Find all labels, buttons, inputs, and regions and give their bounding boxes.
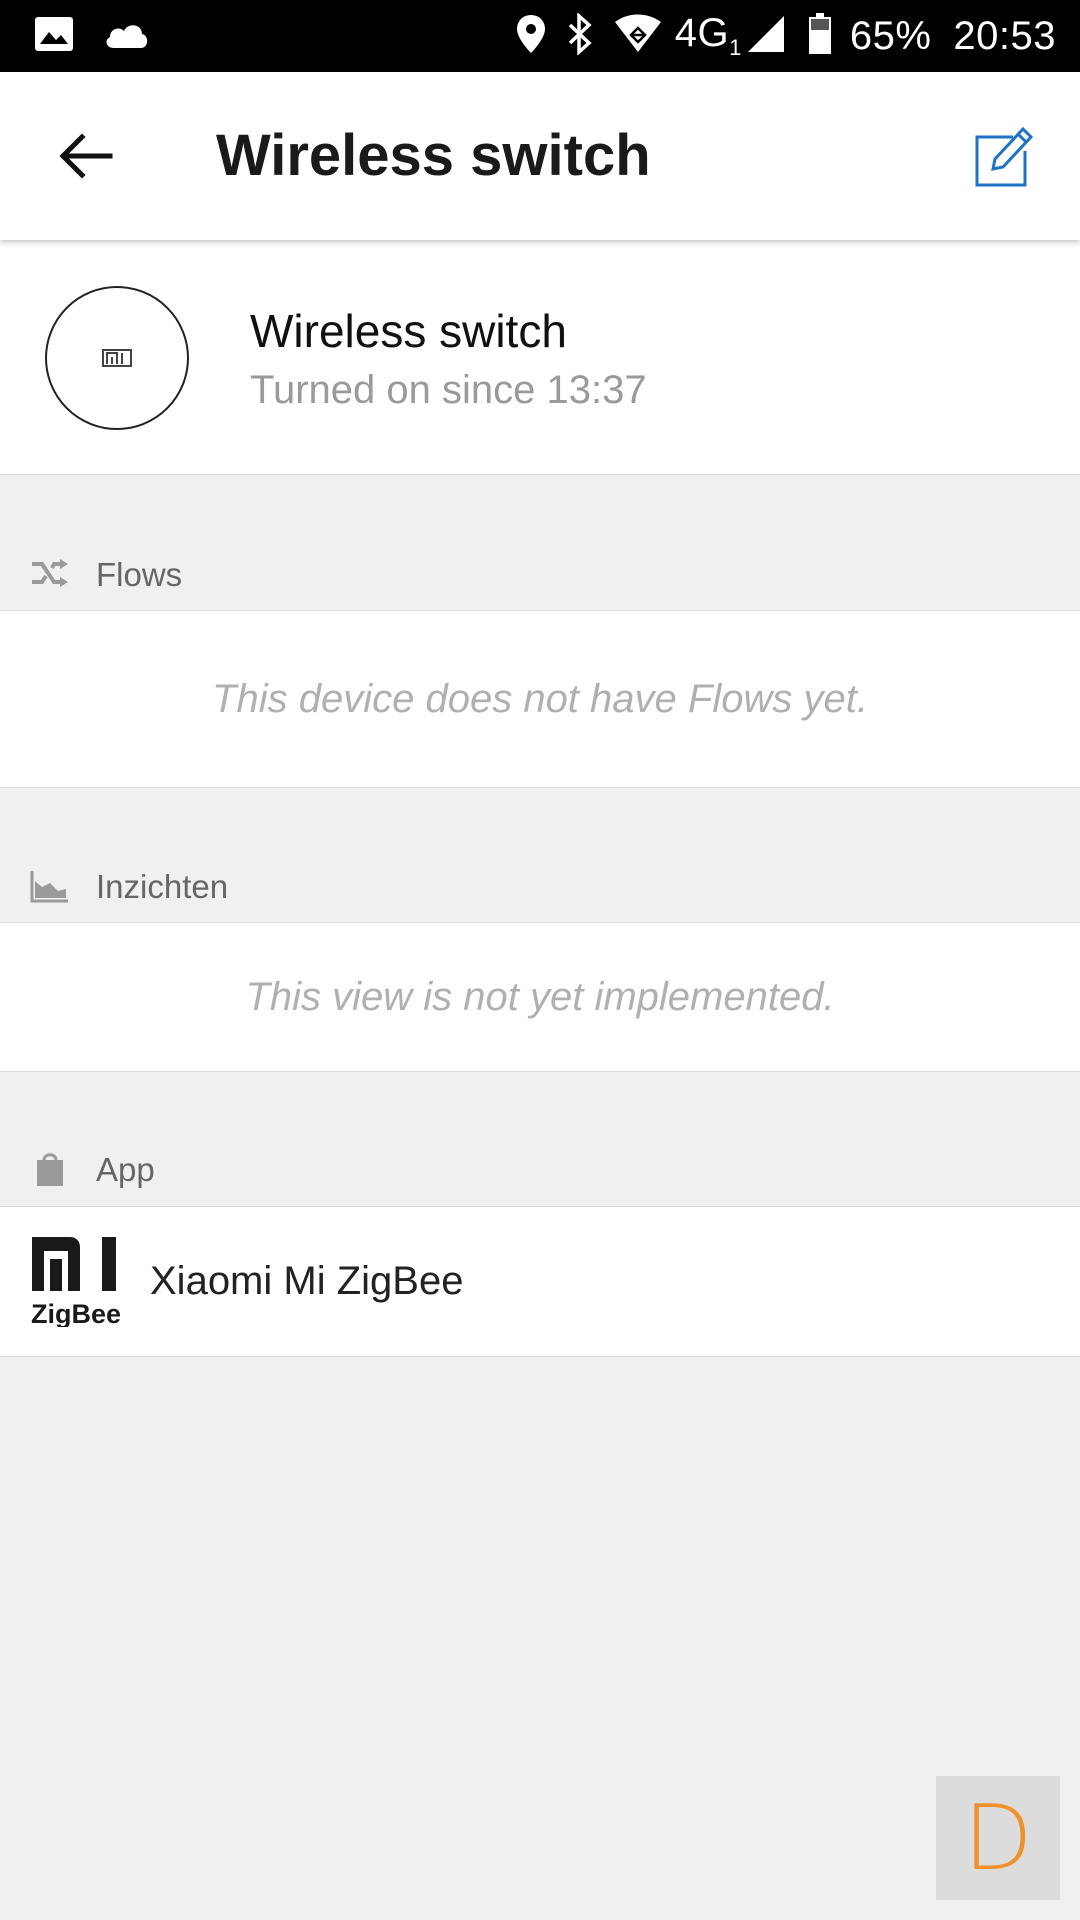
arrow-left-icon — [59, 133, 113, 179]
device-status: Turned on since 13:37 — [250, 368, 647, 412]
app-section-label: App — [96, 1151, 155, 1188]
debug-badge-label: D — [963, 1785, 1033, 1891]
signal-icon — [746, 14, 786, 59]
insights-section-label: Inzichten — [96, 868, 229, 905]
device-header: Wireless switch Turned on since 13:37 — [0, 240, 1080, 475]
shuffle-icon — [30, 554, 70, 594]
battery-icon — [808, 12, 832, 60]
device-avatar[interactable] — [45, 286, 189, 430]
status-left — [34, 16, 178, 57]
bluetooth-icon — [565, 11, 595, 60]
edit-icon — [975, 126, 1034, 187]
clock: 20:53 — [953, 13, 1056, 58]
app-bar: Wireless switch — [0, 72, 1080, 240]
xiaomi-logo-text: ZigBee — [31, 1299, 120, 1327]
back-button[interactable] — [50, 120, 122, 192]
flows-empty-text: This device does not have Flows yet. — [212, 677, 868, 721]
app-row-label: Xiaomi Mi ZigBee — [150, 1259, 464, 1303]
edit-button[interactable] — [964, 118, 1040, 194]
battery-level: 65% — [849, 13, 932, 58]
image-icon — [34, 16, 74, 57]
status-right: 4G1 65% 20:53 — [497, 11, 1056, 61]
page-title: Wireless switch — [216, 123, 651, 188]
network-sub-label: 1 — [729, 35, 742, 60]
xiaomi-zigbee-logo: ZigBee — [30, 1233, 121, 1329]
cloud-icon — [102, 18, 150, 55]
network-type: 4G1 — [675, 11, 742, 61]
device-name: Wireless switch — [250, 305, 567, 357]
flows-card: This device does not have Flows yet. — [0, 610, 1080, 788]
location-icon — [515, 13, 547, 60]
flows-section-label: Flows — [96, 556, 183, 593]
mi-logo-icon — [102, 349, 132, 367]
flows-section-header: Flows — [0, 548, 1080, 600]
shopping-bag-icon — [30, 1149, 70, 1189]
network-label: 4G — [674, 11, 730, 55]
insights-section-header: Inzichten — [0, 860, 1080, 912]
debug-badge[interactable]: D — [936, 1776, 1060, 1900]
status-bar: 4G1 65% 20:53 — [0, 0, 1080, 72]
insights-card: This view is not yet implemented. — [0, 922, 1080, 1072]
app-row[interactable]: ZigBee Xiaomi Mi ZigBee — [0, 1206, 1080, 1357]
wifi-icon — [613, 14, 663, 59]
insights-empty-text: This view is not yet implemented. — [245, 975, 835, 1019]
app-section-header: App — [0, 1143, 1080, 1195]
area-chart-icon — [30, 866, 70, 906]
